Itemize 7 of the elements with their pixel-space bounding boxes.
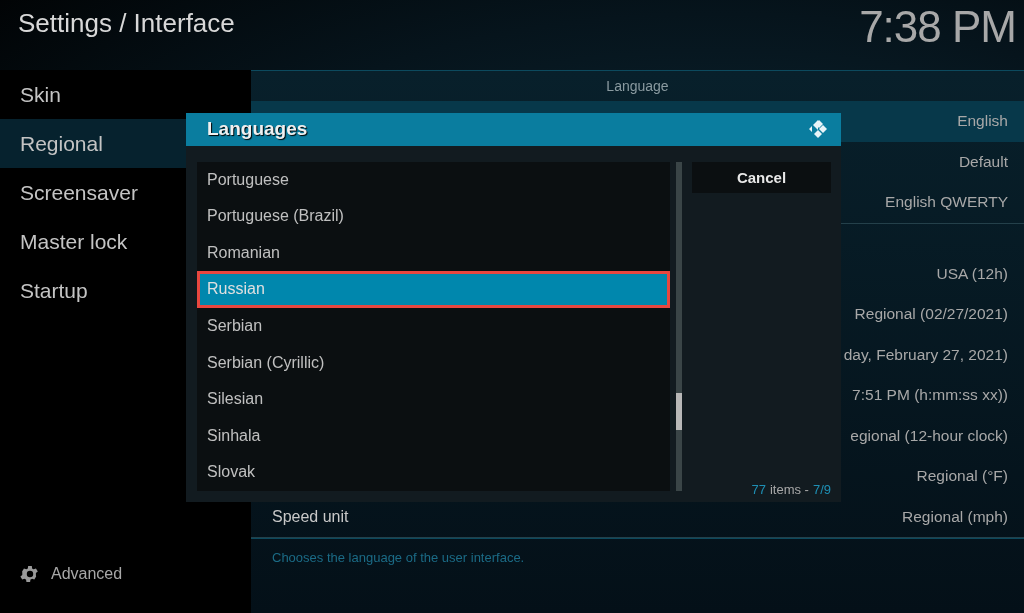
page-indicator: 7/9 [812, 482, 831, 497]
page-title: Settings / Interface [18, 8, 235, 39]
group-title: Language [606, 78, 669, 94]
items-label: items - [769, 482, 809, 497]
clock: 7:38 PM [859, 2, 1016, 52]
description-text: Chooses the language of the user interface. [251, 538, 1024, 565]
item-count: 77 [751, 482, 766, 497]
